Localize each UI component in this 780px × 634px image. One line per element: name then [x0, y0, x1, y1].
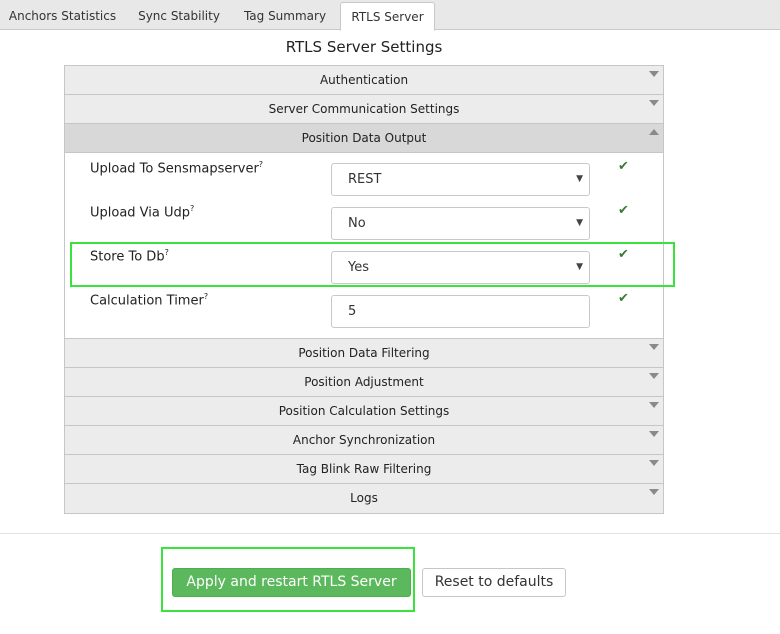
section-anchor-synchronization[interactable]: Anchor Synchronization	[65, 426, 663, 455]
page-title: RTLS Server Settings	[285, 38, 443, 56]
tab-tag-summary[interactable]: Tag Summary	[233, 2, 337, 30]
check-icon: ✔	[618, 291, 629, 306]
field-row-calculation-timer: Calculation Timer? 5 ✔	[65, 285, 663, 329]
section-position-data-filtering[interactable]: Position Data Filtering	[65, 339, 663, 368]
settings-accordion: Authentication Server Communication Sett…	[64, 65, 664, 514]
help-hint-icon[interactable]: ?	[190, 204, 194, 213]
upload-to-sensmapserver-select[interactable]: REST ▼	[331, 163, 590, 196]
section-position-data-output[interactable]: Position Data Output	[65, 124, 663, 153]
section-server-communication-settings[interactable]: Server Communication Settings	[65, 95, 663, 124]
field-row-upload-via-udp: Upload Via Udp? No ▼ ✔	[65, 197, 663, 241]
section-label: Position Data Output	[301, 131, 427, 145]
dropdown-caret-icon: ▼	[576, 218, 583, 228]
field-label: Upload Via Udp?	[90, 204, 195, 221]
expand-arrow-icon	[649, 431, 659, 437]
highlight-box-apply-button	[161, 547, 415, 612]
section-label: Logs	[350, 491, 378, 505]
tab-rtls-server[interactable]: RTLS Server	[340, 2, 435, 31]
expand-arrow-icon	[649, 489, 659, 495]
section-label: Authentication	[319, 73, 409, 87]
expand-arrow-icon	[649, 373, 659, 379]
field-row-upload-to-sensmapserver: Upload To Sensmapserver? REST ▼ ✔	[65, 153, 663, 197]
highlight-box-store-to-db	[70, 242, 675, 287]
expand-arrow-icon	[649, 71, 659, 77]
upload-via-udp-select[interactable]: No ▼	[331, 207, 590, 240]
reset-defaults-button[interactable]: Reset to defaults	[422, 568, 566, 597]
section-label: Anchor Synchronization	[292, 433, 436, 447]
dropdown-caret-icon: ▼	[576, 174, 583, 184]
tab-sync-stability[interactable]: Sync Stability	[127, 2, 231, 30]
section-label: Position Adjustment	[304, 375, 424, 389]
field-label: Upload To Sensmapserver?	[90, 160, 264, 177]
help-hint-icon[interactable]: ?	[259, 160, 263, 169]
footer-divider	[0, 533, 780, 534]
section-logs[interactable]: Logs	[65, 484, 663, 513]
section-tag-blink-raw-filtering[interactable]: Tag Blink Raw Filtering	[65, 455, 663, 484]
section-label: Position Data Filtering	[298, 346, 430, 360]
tab-anchors-statistics[interactable]: Anchors Statistics	[0, 2, 125, 30]
check-icon: ✔	[618, 203, 629, 218]
tab-bar: Anchors Statistics Sync Stability Tag Su…	[0, 0, 780, 31]
expand-arrow-icon	[649, 402, 659, 408]
collapse-arrow-icon	[649, 129, 659, 135]
section-label: Server Communication Settings	[268, 102, 460, 116]
section-position-calculation-settings[interactable]: Position Calculation Settings	[65, 397, 663, 426]
section-position-adjustment[interactable]: Position Adjustment	[65, 368, 663, 397]
expand-arrow-icon	[649, 344, 659, 350]
section-authentication[interactable]: Authentication	[65, 66, 663, 95]
help-hint-icon[interactable]: ?	[204, 292, 208, 301]
check-icon: ✔	[618, 159, 629, 174]
expand-arrow-icon	[649, 100, 659, 106]
calculation-timer-input[interactable]: 5	[331, 295, 590, 328]
section-label: Position Calculation Settings	[278, 404, 450, 418]
field-label: Calculation Timer?	[90, 292, 209, 309]
section-label: Tag Blink Raw Filtering	[296, 462, 432, 476]
expand-arrow-icon	[649, 460, 659, 466]
